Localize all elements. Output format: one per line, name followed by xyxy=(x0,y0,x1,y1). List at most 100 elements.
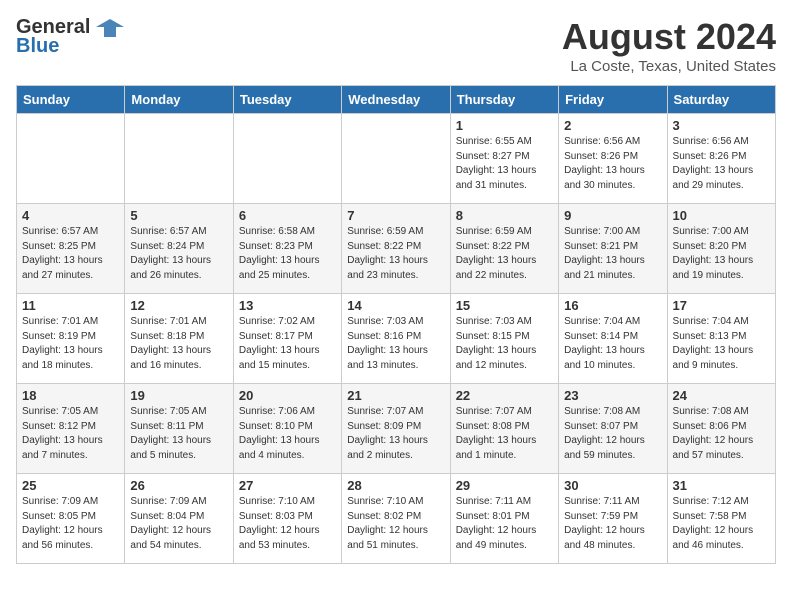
day-number: 1 xyxy=(456,118,553,133)
day-number: 5 xyxy=(130,208,227,223)
calendar-cell: 16 Sunrise: 7:04 AM Sunset: 8:14 PM Dayli… xyxy=(559,294,667,384)
calendar-cell: 23 Sunrise: 7:08 AM Sunset: 8:07 PM Dayli… xyxy=(559,384,667,474)
day-number: 23 xyxy=(564,388,661,403)
day-info: Sunrise: 7:04 AM Sunset: 8:13 PM Dayligh… xyxy=(673,315,770,373)
day-info: Sunrise: 7:03 AM Sunset: 8:16 PM Dayligh… xyxy=(347,315,444,373)
day-info: Sunrise: 7:08 AM Sunset: 8:06 PM Dayligh… xyxy=(673,405,770,463)
calendar-week-row: 4 Sunrise: 6:57 AM Sunset: 8:25 PM Daylig… xyxy=(17,204,776,294)
calendar-cell: 28 Sunrise: 7:10 AM Sunset: 8:02 PM Dayli… xyxy=(342,474,450,564)
day-header-wednesday: Wednesday xyxy=(342,86,450,114)
day-header-monday: Monday xyxy=(125,86,233,114)
day-number: 19 xyxy=(130,388,227,403)
calendar-cell: 24 Sunrise: 7:08 AM Sunset: 8:06 PM Dayli… xyxy=(667,384,775,474)
day-number: 28 xyxy=(347,478,444,493)
day-number: 22 xyxy=(456,388,553,403)
day-number: 25 xyxy=(22,478,119,493)
calendar-cell: 22 Sunrise: 7:07 AM Sunset: 8:08 PM Dayli… xyxy=(450,384,558,474)
day-info: Sunrise: 7:10 AM Sunset: 8:02 PM Dayligh… xyxy=(347,495,444,553)
logo-bird-icon xyxy=(96,17,124,39)
calendar-table: SundayMondayTuesdayWednesdayThursdayFrid… xyxy=(16,85,776,564)
day-number: 17 xyxy=(673,298,770,313)
day-number: 4 xyxy=(22,208,119,223)
day-info: Sunrise: 7:03 AM Sunset: 8:15 PM Dayligh… xyxy=(456,315,553,373)
day-number: 11 xyxy=(22,298,119,313)
title-area: August 2024 La Coste, Texas, United Stat… xyxy=(562,16,776,75)
calendar-cell: 1 Sunrise: 6:55 AM Sunset: 8:27 PM Daylig… xyxy=(450,114,558,204)
calendar-header-row: SundayMondayTuesdayWednesdayThursdayFrid… xyxy=(17,86,776,114)
day-info: Sunrise: 7:07 AM Sunset: 8:08 PM Dayligh… xyxy=(456,405,553,463)
calendar-cell: 10Sunrise: 7:00 AM Sunset: 8:20 PM Dayli… xyxy=(667,204,775,294)
calendar-week-row: 11Sunrise: 7:01 AM Sunset: 8:19 PM Dayli… xyxy=(17,294,776,384)
day-info: Sunrise: 7:05 AM Sunset: 8:11 PM Dayligh… xyxy=(130,405,227,463)
logo: General Blue xyxy=(16,16,124,58)
calendar-cell: 25 Sunrise: 7:09 AM Sunset: 8:05 PM Dayli… xyxy=(17,474,125,564)
day-header-saturday: Saturday xyxy=(667,86,775,114)
day-info: Sunrise: 7:08 AM Sunset: 8:07 PM Dayligh… xyxy=(564,405,661,463)
day-info: Sunrise: 6:57 AM Sunset: 8:25 PM Dayligh… xyxy=(22,225,119,283)
day-number: 13 xyxy=(239,298,336,313)
day-info: Sunrise: 7:01 AM Sunset: 8:18 PM Dayligh… xyxy=(130,315,227,373)
day-info: Sunrise: 6:57 AM Sunset: 8:24 PM Dayligh… xyxy=(130,225,227,283)
calendar-cell: 12Sunrise: 7:01 AM Sunset: 8:18 PM Dayli… xyxy=(125,294,233,384)
calendar-cell: 31 Sunrise: 7:12 AM Sunset: 7:58 PM Dayli… xyxy=(667,474,775,564)
calendar-cell: 17 Sunrise: 7:04 AM Sunset: 8:13 PM Dayli… xyxy=(667,294,775,384)
calendar-cell: 29Sunrise: 7:11 AM Sunset: 8:01 PM Dayli… xyxy=(450,474,558,564)
calendar-cell: 13 Sunrise: 7:02 AM Sunset: 8:17 PM Dayli… xyxy=(233,294,341,384)
day-number: 31 xyxy=(673,478,770,493)
calendar-cell: 7Sunrise: 6:59 AM Sunset: 8:22 PM Daylig… xyxy=(342,204,450,294)
day-info: Sunrise: 7:04 AM Sunset: 8:14 PM Dayligh… xyxy=(564,315,661,373)
logo-blue: Blue xyxy=(16,35,59,58)
calendar-cell: 18Sunrise: 7:05 AM Sunset: 8:12 PM Dayli… xyxy=(17,384,125,474)
day-info: Sunrise: 7:02 AM Sunset: 8:17 PM Dayligh… xyxy=(239,315,336,373)
day-info: Sunrise: 7:00 AM Sunset: 8:20 PM Dayligh… xyxy=(673,225,770,283)
calendar-week-row: 25 Sunrise: 7:09 AM Sunset: 8:05 PM Dayli… xyxy=(17,474,776,564)
calendar-cell: 6Sunrise: 6:58 AM Sunset: 8:23 PM Daylig… xyxy=(233,204,341,294)
day-info: Sunrise: 6:59 AM Sunset: 8:22 PM Dayligh… xyxy=(347,225,444,283)
day-number: 9 xyxy=(564,208,661,223)
calendar-cell: 3 Sunrise: 6:56 AM Sunset: 8:26 PM Daylig… xyxy=(667,114,775,204)
day-info: Sunrise: 6:56 AM Sunset: 8:26 PM Dayligh… xyxy=(564,135,661,193)
calendar-cell xyxy=(17,114,125,204)
calendar-cell xyxy=(233,114,341,204)
day-number: 24 xyxy=(673,388,770,403)
day-info: Sunrise: 7:07 AM Sunset: 8:09 PM Dayligh… xyxy=(347,405,444,463)
day-info: Sunrise: 6:56 AM Sunset: 8:26 PM Dayligh… xyxy=(673,135,770,193)
day-number: 27 xyxy=(239,478,336,493)
day-info: Sunrise: 6:55 AM Sunset: 8:27 PM Dayligh… xyxy=(456,135,553,193)
day-number: 16 xyxy=(564,298,661,313)
day-number: 14 xyxy=(347,298,444,313)
day-number: 15 xyxy=(456,298,553,313)
calendar-cell: 14 Sunrise: 7:03 AM Sunset: 8:16 PM Dayli… xyxy=(342,294,450,384)
day-info: Sunrise: 7:11 AM Sunset: 7:59 PM Dayligh… xyxy=(564,495,661,553)
calendar-cell: 5 Sunrise: 6:57 AM Sunset: 8:24 PM Daylig… xyxy=(125,204,233,294)
day-info: Sunrise: 7:11 AM Sunset: 8:01 PM Dayligh… xyxy=(456,495,553,553)
day-number: 8 xyxy=(456,208,553,223)
day-info: Sunrise: 7:10 AM Sunset: 8:03 PM Dayligh… xyxy=(239,495,336,553)
calendar-cell: 9 Sunrise: 7:00 AM Sunset: 8:21 PM Daylig… xyxy=(559,204,667,294)
calendar-subtitle: La Coste, Texas, United States xyxy=(562,58,776,75)
day-info: Sunrise: 7:09 AM Sunset: 8:05 PM Dayligh… xyxy=(22,495,119,553)
day-info: Sunrise: 6:58 AM Sunset: 8:23 PM Dayligh… xyxy=(239,225,336,283)
calendar-cell: 30Sunrise: 7:11 AM Sunset: 7:59 PM Dayli… xyxy=(559,474,667,564)
calendar-cell: 15 Sunrise: 7:03 AM Sunset: 8:15 PM Dayli… xyxy=(450,294,558,384)
day-header-friday: Friday xyxy=(559,86,667,114)
header: General Blue August 2024 La Coste, Texas… xyxy=(16,16,776,75)
calendar-cell: 8 Sunrise: 6:59 AM Sunset: 8:22 PM Daylig… xyxy=(450,204,558,294)
day-number: 26 xyxy=(130,478,227,493)
day-info: Sunrise: 7:09 AM Sunset: 8:04 PM Dayligh… xyxy=(130,495,227,553)
day-info: Sunrise: 7:06 AM Sunset: 8:10 PM Dayligh… xyxy=(239,405,336,463)
day-info: Sunrise: 6:59 AM Sunset: 8:22 PM Dayligh… xyxy=(456,225,553,283)
calendar-cell: 2 Sunrise: 6:56 AM Sunset: 8:26 PM Daylig… xyxy=(559,114,667,204)
calendar-cell: 4 Sunrise: 6:57 AM Sunset: 8:25 PM Daylig… xyxy=(17,204,125,294)
day-number: 20 xyxy=(239,388,336,403)
calendar-cell xyxy=(342,114,450,204)
calendar-cell: 19 Sunrise: 7:05 AM Sunset: 8:11 PM Dayli… xyxy=(125,384,233,474)
day-number: 21 xyxy=(347,388,444,403)
day-info: Sunrise: 7:00 AM Sunset: 8:21 PM Dayligh… xyxy=(564,225,661,283)
day-number: 2 xyxy=(564,118,661,133)
calendar-cell: 27 Sunrise: 7:10 AM Sunset: 8:03 PM Dayli… xyxy=(233,474,341,564)
calendar-title: August 2024 xyxy=(562,16,776,58)
day-number: 3 xyxy=(673,118,770,133)
calendar-cell: 26 Sunrise: 7:09 AM Sunset: 8:04 PM Dayli… xyxy=(125,474,233,564)
day-info: Sunrise: 7:12 AM Sunset: 7:58 PM Dayligh… xyxy=(673,495,770,553)
